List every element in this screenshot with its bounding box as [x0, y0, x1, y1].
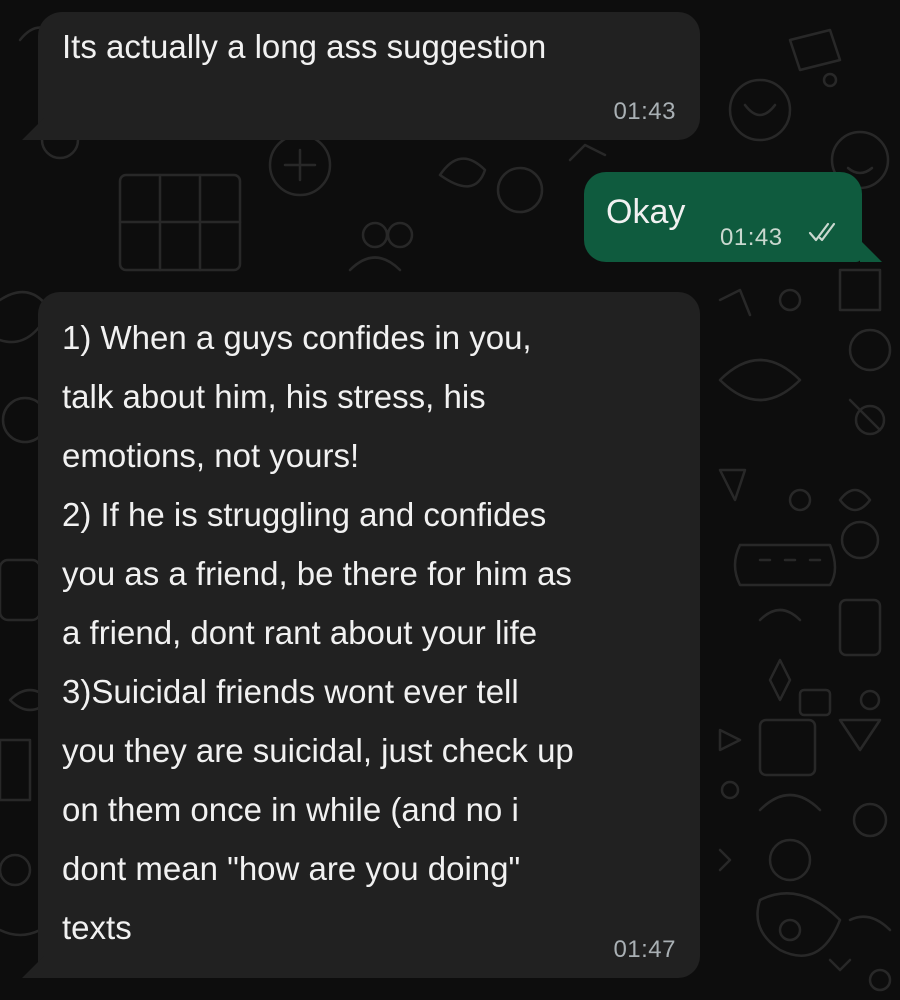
- message-text: Its actually a long ass suggestion: [62, 28, 547, 65]
- bubble-tail: [22, 956, 44, 978]
- message-text: Okay: [606, 193, 686, 231]
- double-check-icon: [808, 220, 842, 250]
- bubble-tail: [22, 118, 44, 140]
- message-timestamp: 01:43: [720, 224, 783, 251]
- message-text: 1) When a guys confides in you, talk abo…: [62, 319, 574, 946]
- bubble-tail: [860, 240, 882, 262]
- outgoing-message[interactable]: Okay 01:43: [584, 172, 862, 262]
- incoming-message[interactable]: 1) When a guys confides in you, talk abo…: [38, 292, 700, 978]
- message-timestamp: 01:43: [613, 98, 676, 125]
- message-timestamp: 01:47: [613, 936, 676, 963]
- incoming-message[interactable]: Its actually a long ass suggestion 01:43: [38, 12, 700, 140]
